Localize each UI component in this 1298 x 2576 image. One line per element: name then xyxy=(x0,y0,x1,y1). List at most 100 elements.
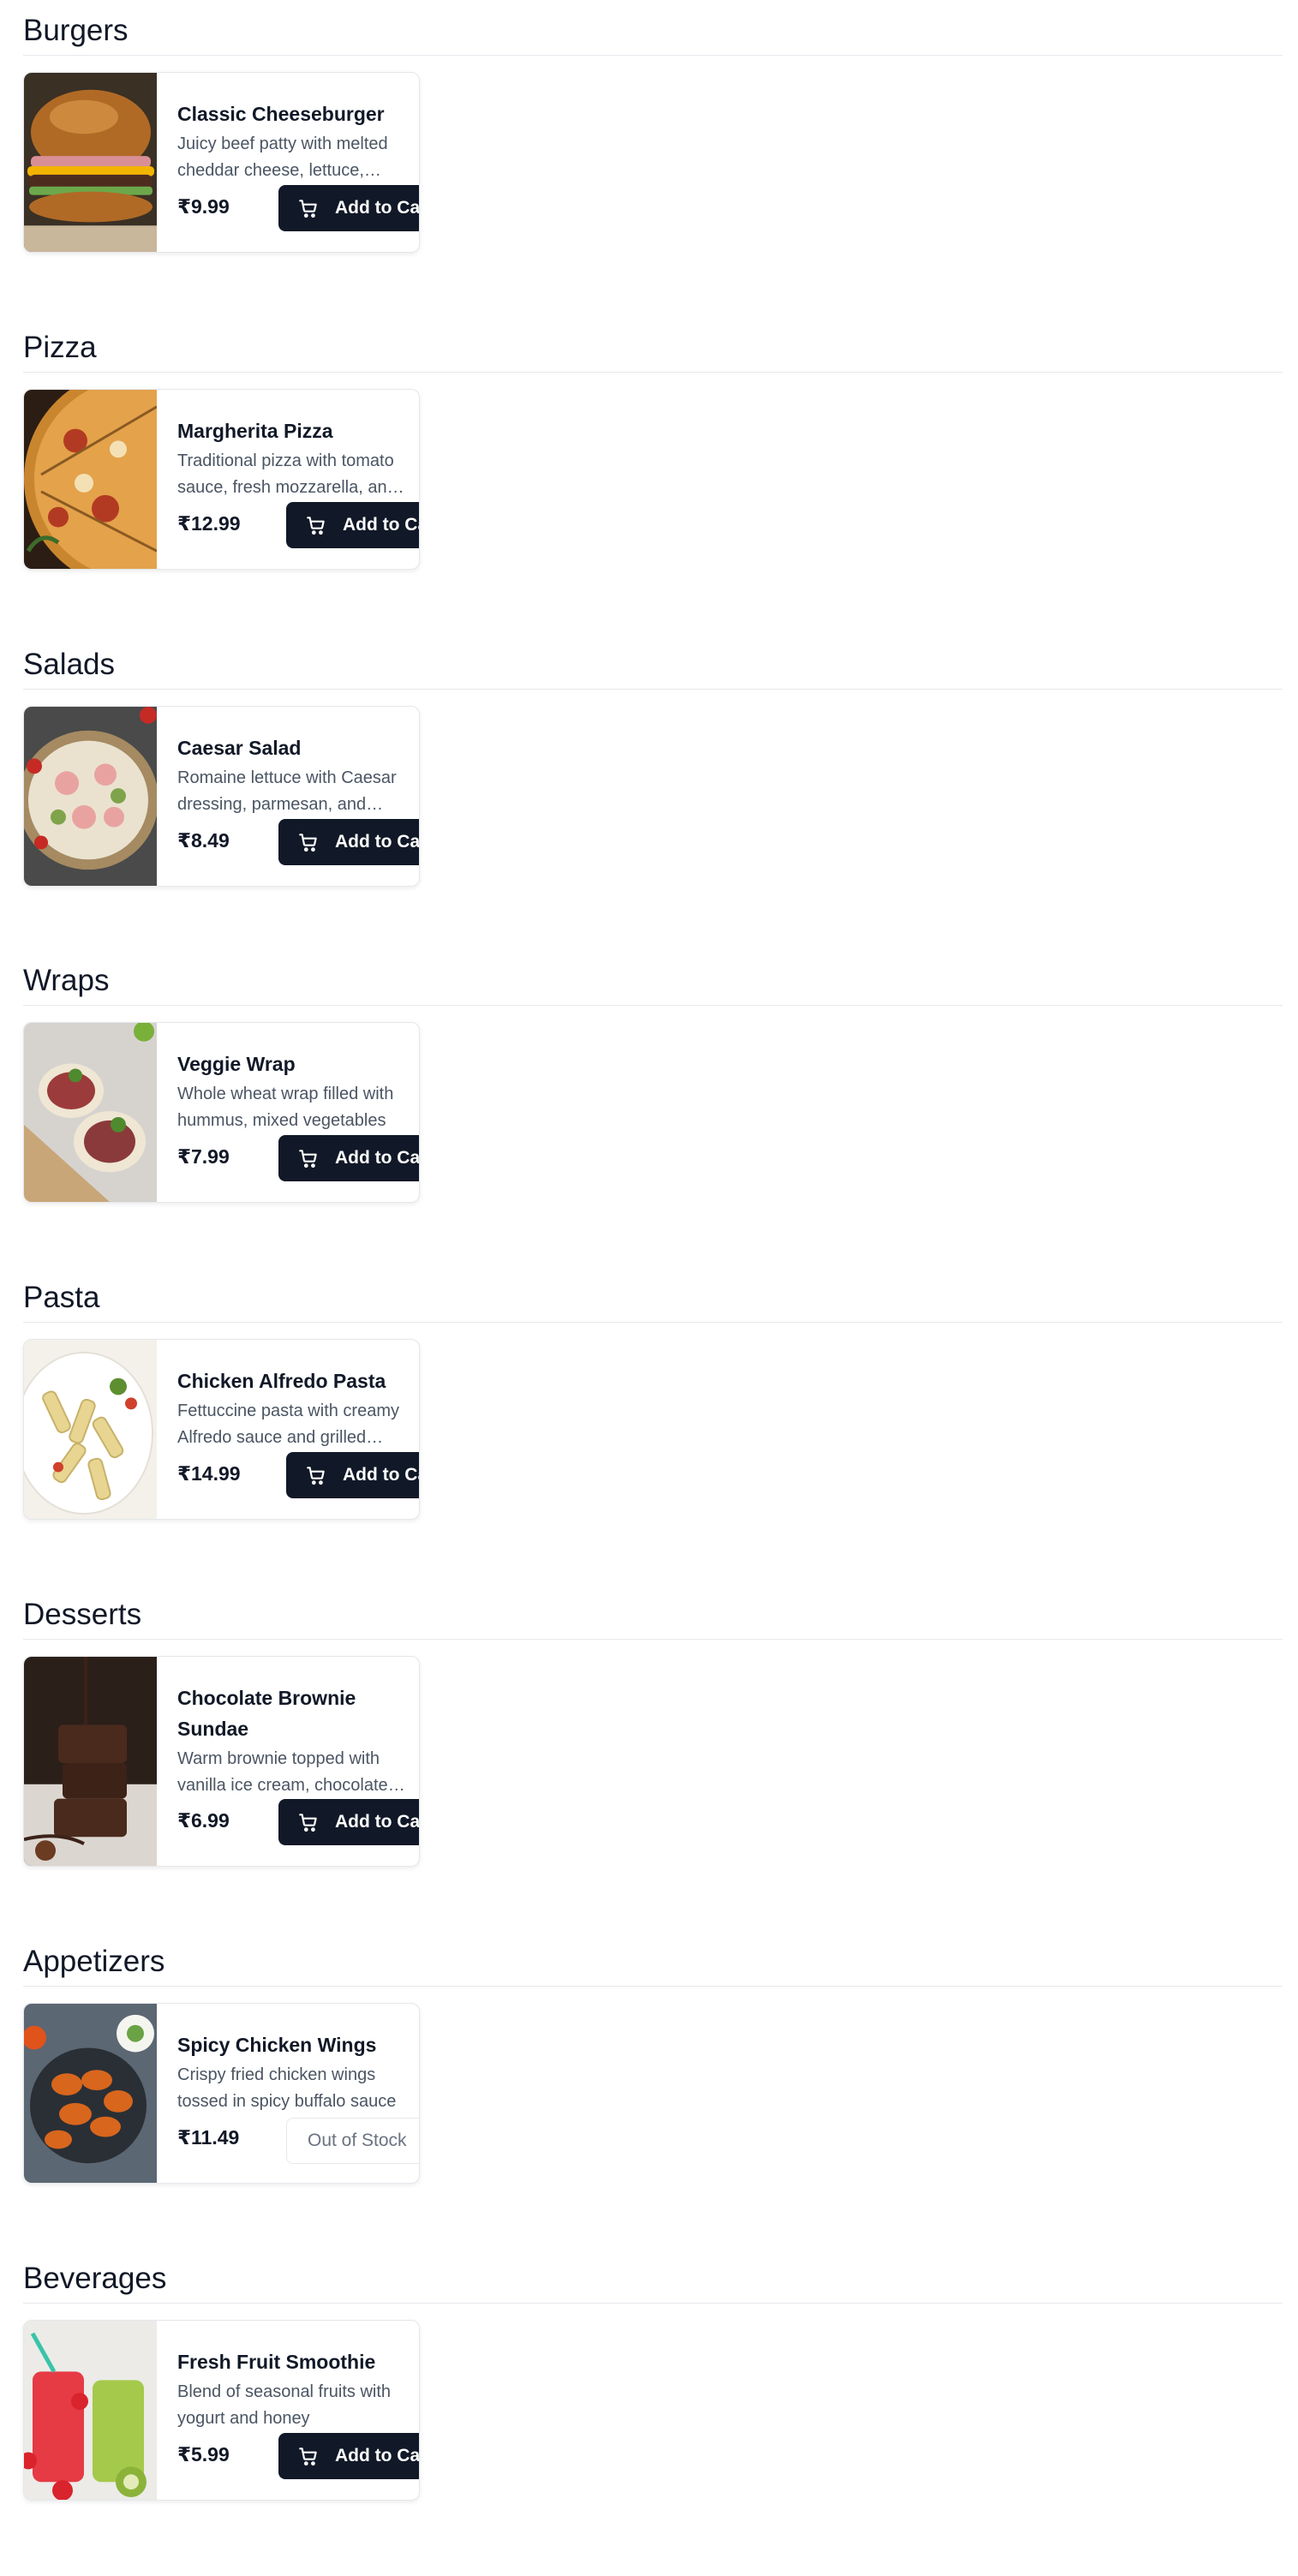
category-beverages: Beverages Fresh Fruit Smoothie Blend of … xyxy=(23,2258,1283,2501)
item-description: Crispy fried chicken wings tossed in spi… xyxy=(177,2065,397,2111)
menu-item-card: Veggie Wrap Whole wheat wrap filled with… xyxy=(23,1022,420,1203)
add-to-cart-wrap: Add to Cart xyxy=(278,1799,420,1845)
smoothie-image xyxy=(24,2321,157,2500)
item-info: Chicken Alfredo Pasta Fettuccine pasta w… xyxy=(177,1366,407,1451)
add-to-cart-wrap: Add to Cart xyxy=(286,502,419,548)
item-name: Classic Cheeseburger xyxy=(177,103,385,125)
shopping-cart-icon xyxy=(299,1150,317,1168)
brownie-image xyxy=(24,1657,157,1866)
pasta-image xyxy=(24,1340,157,1519)
category-title: Desserts xyxy=(23,1598,142,1631)
add-to-cart-button[interactable]: Add to Cart xyxy=(278,819,420,865)
item-price: ₹6.99 xyxy=(177,1809,230,1832)
category-title: Pizza xyxy=(23,331,97,364)
category-title: Appetizers xyxy=(23,1945,165,1978)
divider xyxy=(23,689,1283,690)
item-price: ₹9.99 xyxy=(177,195,230,218)
add-to-cart-label: Add to Cart xyxy=(335,198,420,218)
item-name: Fresh Fruit Smoothie xyxy=(177,2351,376,2373)
divider xyxy=(23,1986,1283,1987)
add-to-cart-button[interactable]: Add to Cart xyxy=(286,502,419,548)
category-burgers: Burgers Classic Cheeseburger Juicy beef … xyxy=(23,10,1283,253)
item-name: Chicken Alfredo Pasta xyxy=(177,1370,386,1392)
divider xyxy=(23,372,1283,373)
divider xyxy=(23,1005,1283,1006)
category-title: Pasta xyxy=(23,1281,100,1314)
item-info: Margherita Pizza Traditional pizza with … xyxy=(177,415,407,501)
add-to-cart-button[interactable]: Add to Cart xyxy=(278,185,420,231)
wrap-image xyxy=(24,1023,157,1202)
add-to-cart-button[interactable]: Add to Cart xyxy=(278,1799,420,1845)
category-title: Burgers xyxy=(23,14,129,47)
item-info: Fresh Fruit Smoothie Blend of seasonal f… xyxy=(177,2346,407,2432)
add-to-cart-label: Add to Cart xyxy=(335,832,420,852)
item-name: Veggie Wrap xyxy=(177,1053,296,1075)
menu-item-card: Margherita Pizza Traditional pizza with … xyxy=(23,389,420,570)
category-appetizers: Appetizers Spicy Chicken Wings Crispy fr… xyxy=(23,1941,1283,2184)
category-title: Beverages xyxy=(23,2262,167,2295)
add-to-cart-wrap: Add to Cart xyxy=(278,2433,420,2479)
item-info: Chocolate Brownie Sundae Warm brownie to… xyxy=(177,1682,407,1799)
add-to-cart-button[interactable]: Add to Cart xyxy=(286,1452,419,1498)
add-to-cart-wrap: Add to Cart xyxy=(286,1452,419,1498)
divider xyxy=(23,1322,1283,1323)
item-info: Caesar Salad Romaine lettuce with Caesar… xyxy=(177,732,407,818)
add-to-cart-wrap: Add to Cart xyxy=(278,1135,420,1181)
shopping-cart-icon xyxy=(299,2447,317,2466)
out-of-stock-button[interactable]: Out of Stock xyxy=(286,2118,419,2164)
item-name: Caesar Salad xyxy=(177,737,302,759)
category-pasta: Pasta Chicken Alfredo Pasta Fettuccine p… xyxy=(23,1277,1283,1520)
divider xyxy=(23,1639,1283,1640)
menu-item-card: Spicy Chicken Wings Crispy fried chicken… xyxy=(23,2003,420,2184)
pizza-image xyxy=(24,390,157,569)
item-price: ₹5.99 xyxy=(177,2443,230,2465)
item-description: Fettuccine pasta with creamy Alfredo sau… xyxy=(177,1402,399,1447)
item-description: Blend of seasonal fruits with yogurt and… xyxy=(177,2382,392,2428)
item-name: Margherita Pizza xyxy=(177,420,333,442)
category-title: Salads xyxy=(23,648,116,681)
add-to-cart-label: Add to Cart xyxy=(335,2446,420,2465)
menu-item-card: Chicken Alfredo Pasta Fettuccine pasta w… xyxy=(23,1339,420,1520)
category-desserts: Desserts Chocolate Brownie Sundae Warm b… xyxy=(23,1594,1283,1867)
item-price: ₹11.49 xyxy=(177,2126,240,2149)
add-to-cart-wrap: Add to Cart xyxy=(278,819,420,865)
category-wraps: Wraps Veggie Wrap Whole wheat wrap fille… xyxy=(23,960,1283,1203)
category-title: Wraps xyxy=(23,964,110,997)
menu-item-card: Fresh Fruit Smoothie Blend of seasonal f… xyxy=(23,2320,420,2501)
divider xyxy=(23,55,1283,56)
category-salads: Salads Caesar Salad Romaine lettuce with… xyxy=(23,644,1283,887)
add-to-cart-wrap: Add to Cart xyxy=(278,185,420,231)
shopping-cart-icon xyxy=(307,1467,325,1485)
add-to-cart-label: Add to Cart xyxy=(343,1465,419,1485)
item-description: Whole wheat wrap filled with hummus, mix… xyxy=(177,1085,394,1130)
category-pizza: Pizza Margherita Pizza Traditional pizza… xyxy=(23,327,1283,570)
item-description: Warm brownie topped with vanilla ice cre… xyxy=(177,1749,388,1795)
add-to-cart-label: Add to Cart xyxy=(343,515,419,535)
add-to-cart-label: Add to Cart xyxy=(335,1812,420,1832)
menu-item-card: Caesar Salad Romaine lettuce with Caesar… xyxy=(23,706,420,887)
menu-page: Burgers Classic Cheeseburger Juicy beef … xyxy=(0,0,1298,2576)
item-name: Spicy Chicken Wings xyxy=(177,2034,377,2056)
wings-image xyxy=(24,2004,157,2183)
shopping-cart-icon xyxy=(299,1814,317,1832)
add-to-cart-label: Add to Cart xyxy=(335,1148,420,1168)
add-to-cart-button[interactable]: Add to Cart xyxy=(278,2433,420,2479)
burger-image xyxy=(24,73,157,252)
menu-item-card: Chocolate Brownie Sundae Warm brownie to… xyxy=(23,1656,420,1867)
item-description: Juicy beef patty with melted cheddar che… xyxy=(177,134,388,180)
item-info: Classic Cheeseburger Juicy beef patty wi… xyxy=(177,99,407,184)
item-price: ₹14.99 xyxy=(177,1462,241,1485)
item-price: ₹12.99 xyxy=(177,512,241,535)
shopping-cart-icon xyxy=(307,517,325,535)
item-price: ₹7.99 xyxy=(177,1145,230,1168)
item-info: Veggie Wrap Whole wheat wrap filled with… xyxy=(177,1049,407,1134)
item-name: Chocolate Brownie Sundae xyxy=(177,1687,356,1740)
item-price: ₹8.49 xyxy=(177,829,230,852)
divider xyxy=(23,2303,1283,2304)
add-to-cart-button[interactable]: Add to Cart xyxy=(278,1135,420,1181)
item-description: Traditional pizza with tomato sauce, fre… xyxy=(177,451,397,497)
item-description: Romaine lettuce with Caesar dressing, pa… xyxy=(177,768,397,814)
item-info: Spicy Chicken Wings Crispy fried chicken… xyxy=(177,2029,407,2115)
shopping-cart-icon xyxy=(299,834,317,852)
shopping-cart-icon xyxy=(299,200,317,218)
